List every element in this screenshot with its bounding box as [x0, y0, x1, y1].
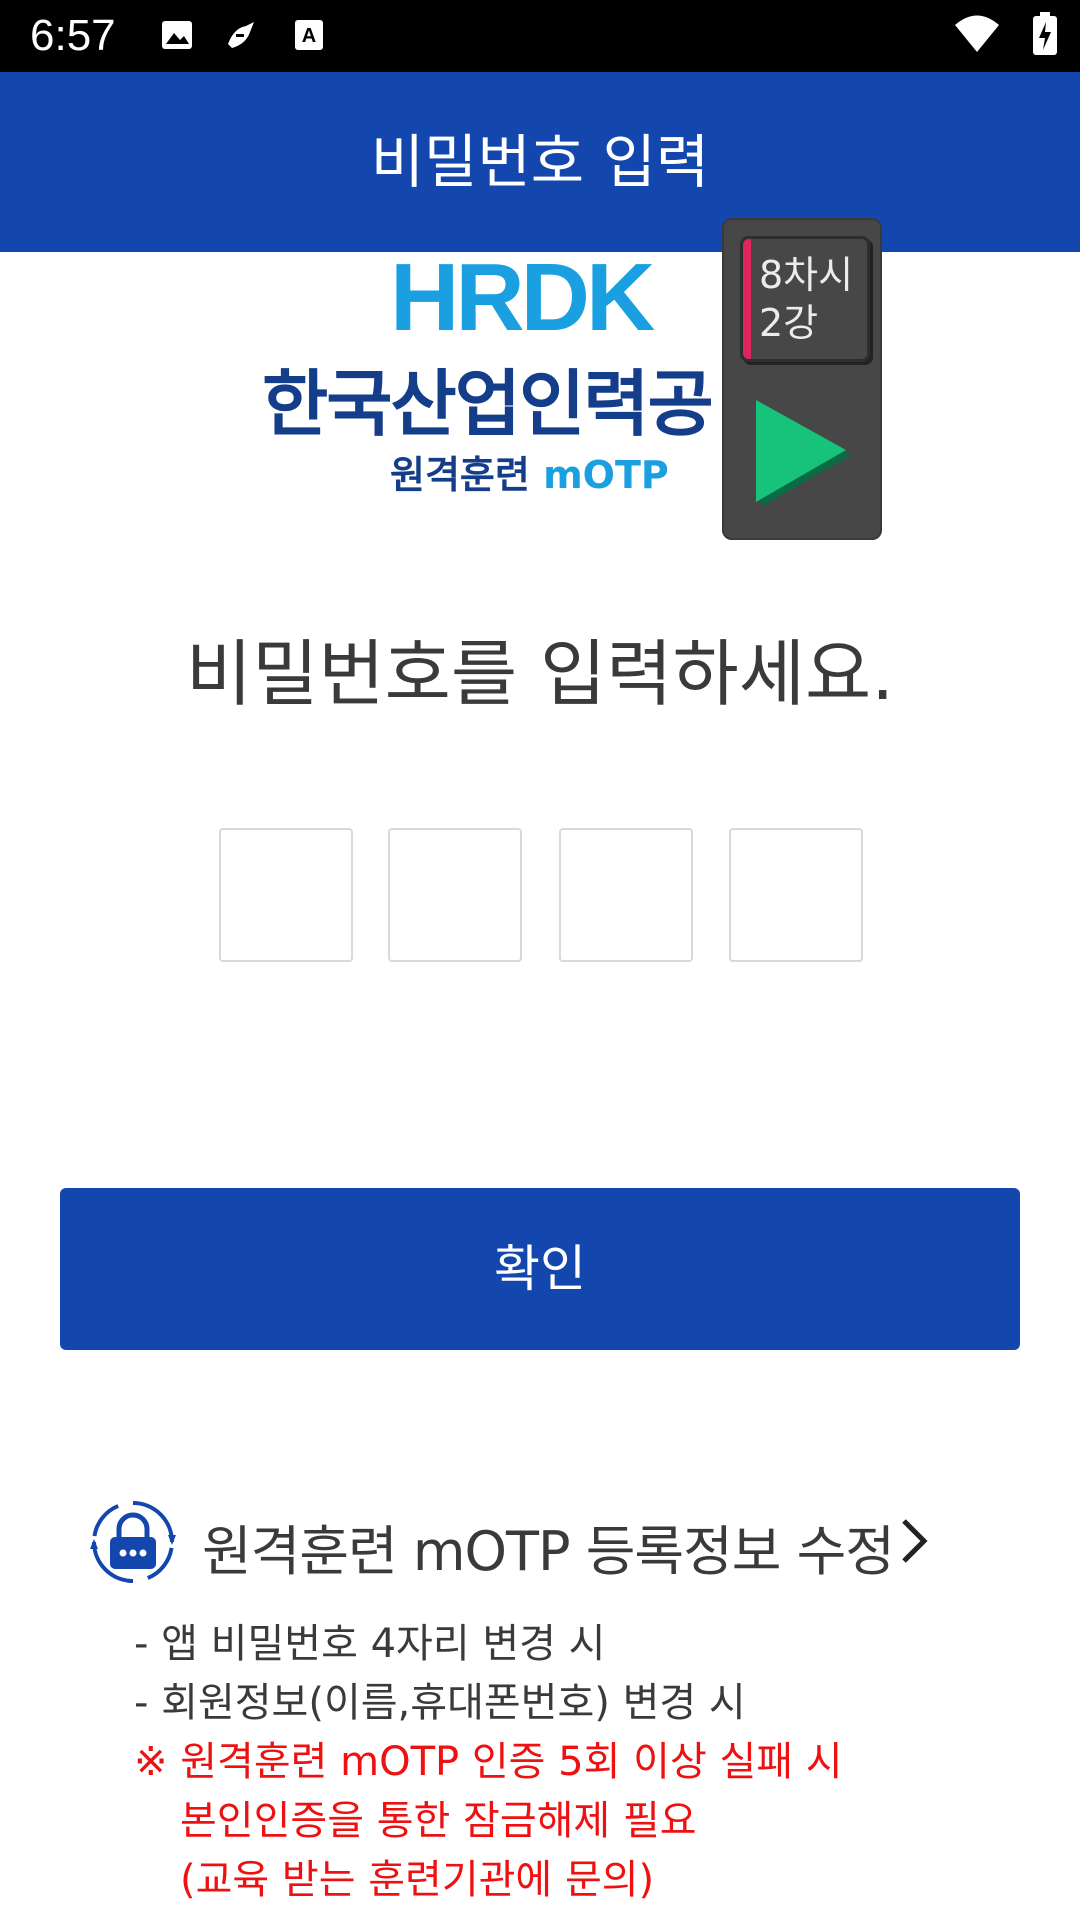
lecture-badge[interactable]: 8차시 2강	[740, 236, 870, 362]
battery-charging-icon	[1033, 12, 1057, 55]
warning-contact-institution: (교육 받는 훈련기관에 문의)	[180, 1857, 655, 1903]
page-title: 비밀번호 입력	[370, 128, 710, 196]
wifi-icon	[955, 15, 999, 52]
status-time: 6:57	[30, 11, 116, 60]
svg-text:HRDK: HRDK	[390, 254, 655, 340]
password-prompt: 비밀번호를 입력하세요.	[185, 632, 895, 716]
lock-refresh-icon	[90, 1501, 176, 1583]
pin-digit-2[interactable]	[388, 828, 522, 962]
play-icon[interactable]	[752, 398, 852, 508]
app-bar: 비밀번호 입력	[0, 72, 1080, 252]
note-password-change: - 앱 비밀번호 4자리 변경 시	[134, 1621, 606, 1667]
floating-lecture-widget[interactable]: 8차시 2강	[722, 218, 882, 540]
logo-subtitle-motp: mOTP	[543, 453, 669, 497]
edit-registration-label: 원격훈련 mOTP 등록정보 수정	[202, 1520, 895, 1583]
chevron-right-icon	[902, 1519, 928, 1563]
warning-unlock-required: 본인인증을 통한 잠금해제 필요	[180, 1798, 697, 1844]
pin-digit-3[interactable]	[559, 828, 693, 962]
logo-subtitle-korean: 원격훈련	[390, 453, 544, 497]
gallery-notification-icon	[162, 21, 192, 49]
hrdk-logo: HRDK 한국산업인력공 원격훈련 mOTP	[262, 250, 762, 500]
confirm-button[interactable]: 확인	[60, 1188, 1020, 1350]
notes: - 앱 비밀번호 4자리 변경 시 - 회원정보(이름,휴대폰번호) 변경 시 …	[134, 1615, 1034, 1910]
pin-digit-4[interactable]	[729, 828, 863, 962]
note-member-info-change: - 회원정보(이름,휴대폰번호) 변경 시	[134, 1680, 746, 1726]
edit-registration-link[interactable]: 원격훈련 mOTP 등록정보 수정	[88, 1495, 948, 1591]
logo-subtitle: 원격훈련 mOTP	[390, 444, 669, 499]
logo-org-name: 한국산업인력공	[262, 362, 714, 446]
app-notification-icon	[228, 22, 254, 48]
badge-accent-bar	[743, 239, 751, 359]
pin-digit-1[interactable]	[219, 828, 353, 962]
pin-input-row[interactable]	[0, 828, 1080, 962]
lecture-badge-text: 8차시 2강	[759, 253, 854, 345]
warning-auth-fail: ※ 원격훈련 mOTP 인증 5회 이상 실패 시	[134, 1739, 843, 1785]
svg-text:A: A	[302, 25, 316, 47]
hrdk-wordmark: HRDK	[390, 254, 659, 340]
text-notification-icon: A	[295, 20, 323, 50]
status-bar: 6:57 A	[0, 0, 1080, 72]
